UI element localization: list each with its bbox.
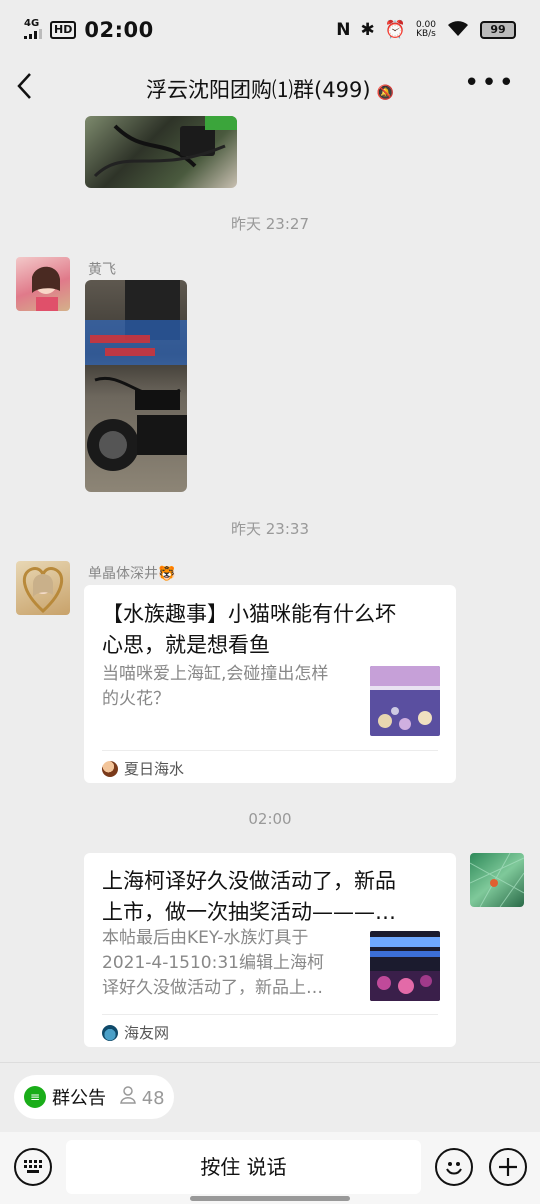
card-title: 上海柯译好久没做活动了，新品 上市，做一次抽奖活动———… [102,866,396,928]
link-card[interactable]: 【水族趣事】小猫咪能有什么坏 心思，就是想看鱼 当喵咪爱上海缸,会碰撞出怎样 的… [84,585,456,783]
battery-level: 99 [490,23,506,36]
sender-name-row: 单晶体深井🐯 [88,563,175,583]
alarm-icon: ⏰ [384,20,406,40]
card-title-line: 上市，做一次抽奖活动———… [102,900,396,924]
hold-to-talk-button[interactable]: 按住 说话 [66,1140,421,1194]
signal-icon: 4G [24,17,42,42]
card-title-line: 心思，就是想看鱼 [102,633,270,657]
bluetooth-icon: ✱ [360,20,375,40]
card-title-line: 【水族趣事】小猫咪能有什么坏 [102,602,396,626]
net-speed-unit: KB/s [416,29,436,39]
timestamp: 昨天 23:27 [231,215,309,233]
timestamp: 昨天 23:33 [231,520,309,538]
avatar[interactable] [470,853,524,907]
timestamp: 02:00 [248,810,292,828]
home-indicator [190,1196,350,1201]
card-description: 当喵咪爱上海缸,会碰撞出怎样 的火花？ [102,662,360,712]
card-thumbnail [370,931,440,1001]
card-source-name: 夏日海水 [124,760,185,778]
card-desc-line: 本帖最后由KEY-水族灯具于 [102,928,309,948]
network-type: 4G [24,17,40,29]
group-notice-button[interactable]: ≡ 群公告 48 [14,1075,174,1119]
chat-title-wrap[interactable]: 浮云沈阳团购⑴群(499) 🔕 [0,74,540,104]
muted-bell-icon: 🔕 [376,85,394,101]
input-bar: 按住 说话 [0,1132,540,1204]
notice-label: 群公告 [52,1088,106,1109]
person-icon [120,1085,142,1109]
member-count-value: 48 [141,1087,165,1109]
sender-name: 单晶体深井🐯 [88,566,176,582]
status-bar: 4G HD 02:00 N ✱ ⏰ 0.00 KB/s 99 [0,0,540,60]
aquarium-equipment-photo [85,280,187,471]
nfc-icon: N [336,20,351,40]
hd-badge: HD [50,21,77,39]
card-desc-line: 当喵咪爱上海缸,会碰撞出怎样 [102,664,329,684]
card-title-line: 上海柯译好久没做活动了，新品 [102,869,396,893]
card-divider [102,750,438,751]
photo-message[interactable] [85,280,187,492]
status-time: 02:00 [84,18,154,42]
photo-message-partial[interactable] [85,116,237,188]
battery-icon: 99 [480,21,516,39]
notice-icon: ≡ [24,1086,46,1108]
wifi-icon [446,19,470,41]
emoji-icon[interactable] [435,1148,473,1186]
member-count: 48 [120,1085,165,1109]
card-source: 夏日海水 [102,758,184,779]
net-speed: 0.00 KB/s [416,21,436,39]
link-card[interactable]: 上海柯译好久没做活动了，新品 上市，做一次抽奖活动———… 本帖最后由KEY-水… [84,853,456,1047]
card-title: 【水族趣事】小猫咪能有什么坏 心思，就是想看鱼 [102,599,396,661]
chat-title: 浮云沈阳团购⑴群(499) [146,78,371,102]
group-notice-bar: ≡ 群公告 48 [0,1062,540,1132]
add-plus-icon[interactable] [489,1148,527,1186]
avatar[interactable] [16,561,70,615]
card-desc-line: 的火花？ [102,689,170,709]
more-options-icon[interactable]: ••• [464,70,516,96]
source-logo-icon [102,1024,118,1041]
card-desc-line: 2021-4-1510:31编辑上海柯 [102,953,324,973]
card-description: 本帖最后由KEY-水族灯具于 2021-4-1510:31编辑上海柯 译好久没做… [102,926,360,1001]
source-avatar-icon [102,760,118,777]
card-source: 海友网 [102,1022,169,1043]
sender-name: 黄飞 [88,262,116,278]
card-desc-line: 译好久没做活动了，新品上… [102,978,323,998]
avatar[interactable] [16,257,70,311]
card-source-name: 海友网 [124,1024,170,1042]
cables-photo [93,116,237,178]
keyboard-icon[interactable] [14,1148,52,1186]
card-thumbnail [370,666,440,736]
card-divider [102,1014,438,1015]
chat-header: 浮云沈阳团购⑴群(499) 🔕 ••• [0,60,540,116]
